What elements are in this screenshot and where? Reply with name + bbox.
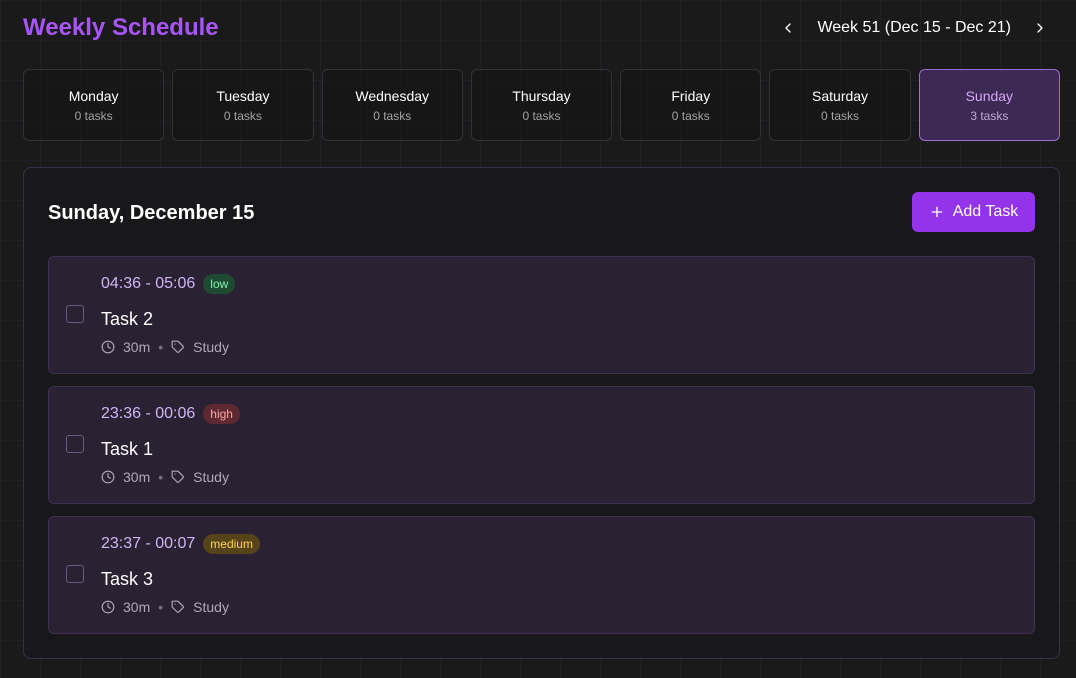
chevron-right-icon xyxy=(1037,23,1043,33)
task-meta: 30m • Study xyxy=(101,468,229,486)
task-meta: 30m • Study xyxy=(101,338,229,356)
task-time-row: 04:36 - 05:06 low xyxy=(101,274,236,294)
day-name: Friday xyxy=(671,87,711,104)
task-checkbox[interactable] xyxy=(66,305,84,323)
day-tab-monday[interactable]: Monday 0 tasks xyxy=(23,69,165,141)
day-tab-friday[interactable]: Friday 0 tasks xyxy=(620,69,762,141)
day-task-count: 0 tasks xyxy=(821,108,860,123)
clock-icon xyxy=(101,600,115,614)
day-tab-sunday[interactable]: Sunday 3 tasks xyxy=(918,69,1060,141)
task-checkbox[interactable] xyxy=(66,435,84,453)
task-duration: 30m xyxy=(123,469,151,485)
task-title: Task 3 xyxy=(101,569,154,589)
app-title: Weekly Schedule xyxy=(23,14,219,41)
tag-icon xyxy=(171,600,185,614)
clock-icon xyxy=(101,340,115,354)
add-task-label: Add Task xyxy=(952,203,1019,220)
day-name: Saturday xyxy=(812,87,869,104)
day-tab-tuesday[interactable]: Tuesday 0 tasks xyxy=(172,69,314,141)
chevron-left-icon xyxy=(785,23,792,33)
day-task-count: 0 tasks xyxy=(223,108,262,123)
task-card[interactable]: 23:36 - 00:06 high Task 1 30m • Study xyxy=(48,386,1035,504)
task-duration: 30m xyxy=(123,599,151,615)
day-name: Thursday xyxy=(512,87,571,104)
tag-icon xyxy=(171,340,185,354)
meta-separator: • xyxy=(158,339,164,355)
day-tabs: Monday 0 tasks Tuesday 0 tasks Wednesday… xyxy=(23,69,1060,143)
next-week-button[interactable] xyxy=(1024,12,1056,44)
day-heading: Sunday, December 15 xyxy=(48,202,255,224)
task-title: Task 2 xyxy=(101,309,154,329)
day-name: Tuesday xyxy=(216,87,270,104)
meta-separator: • xyxy=(158,599,164,615)
day-task-count: 0 tasks xyxy=(522,108,561,123)
task-time-row: 23:37 - 00:07 medium xyxy=(101,534,260,554)
day-task-count: 0 tasks xyxy=(671,108,710,123)
task-tag: Study xyxy=(193,599,229,615)
day-name: Sunday xyxy=(965,87,1014,104)
week-navigation: Week 51 (Dec 15 - Dec 21) xyxy=(772,12,1056,44)
day-name: Wednesday xyxy=(355,87,430,104)
task-meta: 30m • Study xyxy=(101,598,229,616)
task-time: 04:36 - 05:06 xyxy=(101,275,196,292)
task-tag: Study xyxy=(193,339,229,355)
day-task-count: 0 tasks xyxy=(74,108,113,123)
day-task-count: 3 tasks xyxy=(970,108,1009,123)
priority-badge: low xyxy=(203,274,236,294)
task-checkbox[interactable] xyxy=(66,565,84,583)
day-detail-panel: Sunday, December 15 Add Task 04:36 - 05:… xyxy=(23,167,1060,659)
task-time: 23:36 - 00:06 xyxy=(101,405,196,422)
day-tab-wednesday[interactable]: Wednesday 0 tasks xyxy=(321,69,463,141)
task-card[interactable]: 04:36 - 05:06 low Task 2 30m • Study xyxy=(48,256,1035,374)
week-label: Week 51 (Dec 15 - Dec 21) xyxy=(817,19,1011,36)
day-tab-saturday[interactable]: Saturday 0 tasks xyxy=(769,69,911,141)
tag-icon xyxy=(171,470,185,484)
priority-badge: high xyxy=(203,404,240,424)
add-task-button[interactable]: Add Task xyxy=(912,192,1035,232)
plus-icon xyxy=(931,206,943,218)
task-title: Task 1 xyxy=(101,439,154,459)
task-time-row: 23:36 - 00:06 high xyxy=(101,404,240,424)
day-name: Monday xyxy=(68,87,119,104)
priority-badge: medium xyxy=(203,534,260,554)
meta-separator: • xyxy=(158,469,164,485)
prev-week-button[interactable] xyxy=(772,12,804,44)
task-time: 23:37 - 00:07 xyxy=(101,535,196,552)
task-list: 04:36 - 05:06 low Task 2 30m • Study 23:… xyxy=(48,256,1035,646)
clock-icon xyxy=(101,470,115,484)
day-task-count: 0 tasks xyxy=(373,108,412,123)
day-tab-thursday[interactable]: Thursday 0 tasks xyxy=(470,69,613,141)
task-tag: Study xyxy=(193,469,229,485)
task-duration: 30m xyxy=(123,339,151,355)
task-card[interactable]: 23:37 - 00:07 medium Task 3 30m • Study xyxy=(48,516,1035,634)
